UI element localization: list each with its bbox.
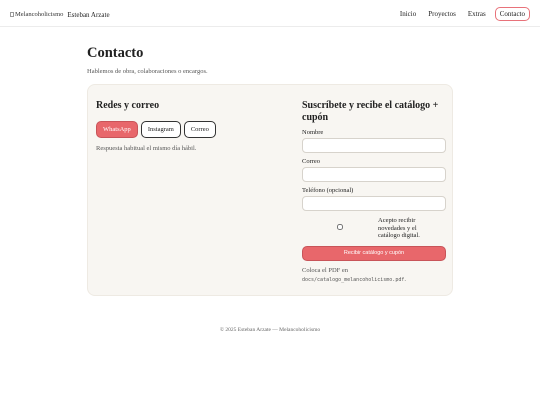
phone-field[interactable] bbox=[302, 196, 446, 211]
broken-image-icon bbox=[10, 11, 14, 17]
subscribe-form: Suscríbete y recibe el catálogo + cupón … bbox=[302, 100, 446, 285]
site-header: Melancoholicismo Esteban Arzate Inicio P… bbox=[0, 0, 540, 27]
response-time-note: Respuesta habitual el mismo día hábil. bbox=[96, 145, 197, 152]
pdf-note-suffix: . bbox=[404, 275, 406, 283]
email-button[interactable]: Correo bbox=[183, 121, 216, 138]
logo-link[interactable]: Melancoholicismo Esteban Arzate bbox=[10, 9, 110, 19]
submit-catalog-button[interactable]: Recibir catálogo y cupón bbox=[302, 245, 446, 261]
brand-name: Esteban Arzate bbox=[67, 11, 110, 19]
pdf-path: docs/catalogo_melancoholicismo.pdf bbox=[302, 276, 405, 283]
name-label: Nombre bbox=[302, 129, 324, 136]
instagram-button[interactable]: Instagram bbox=[140, 121, 181, 138]
social-section-title: Redes y correo bbox=[96, 100, 160, 111]
phone-label: Teléfono (opcional) bbox=[302, 187, 354, 194]
nav-link-extras[interactable]: Extras bbox=[468, 8, 486, 21]
main-nav: Inicio Proyectos Extras Contacto bbox=[388, 7, 530, 21]
whatsapp-button[interactable]: WhatsApp bbox=[96, 121, 138, 138]
consent-checkbox[interactable] bbox=[337, 224, 343, 230]
pdf-note: Coloca el PDF en docs/catalogo_melancoho… bbox=[302, 266, 446, 285]
email-label: Correo bbox=[302, 158, 321, 165]
nav-link-proyectos[interactable]: Proyectos bbox=[428, 8, 456, 21]
logo-image: Melancoholicismo bbox=[10, 11, 63, 18]
nav-link-inicio[interactable]: Inicio bbox=[400, 8, 416, 21]
consent-text: Acepto recibir novedades y el catálogo d… bbox=[378, 217, 420, 239]
consent-row: Acepto recibir novedades y el catálogo d… bbox=[302, 217, 446, 240]
page-subtitle: Hablemos de obra, colaboraciones o encar… bbox=[87, 68, 208, 75]
contact-card: Redes y correo WhatsApp Instagram Correo… bbox=[87, 84, 453, 296]
nav-link-contacto[interactable]: Contacto bbox=[494, 7, 530, 21]
logo-alt-text: Melancoholicismo bbox=[15, 10, 64, 18]
page-title: Contacto bbox=[87, 45, 144, 61]
name-field[interactable] bbox=[302, 138, 446, 153]
subscribe-title: Suscríbete y recibe el catálogo + cupón bbox=[302, 100, 439, 123]
social-buttons: WhatsApp Instagram Correo bbox=[96, 121, 219, 138]
pdf-note-text: Coloca el PDF en bbox=[302, 266, 349, 274]
email-field[interactable] bbox=[302, 167, 446, 182]
site-footer: © 2025 Esteban Arzate — Melancoholicismo bbox=[219, 327, 321, 333]
